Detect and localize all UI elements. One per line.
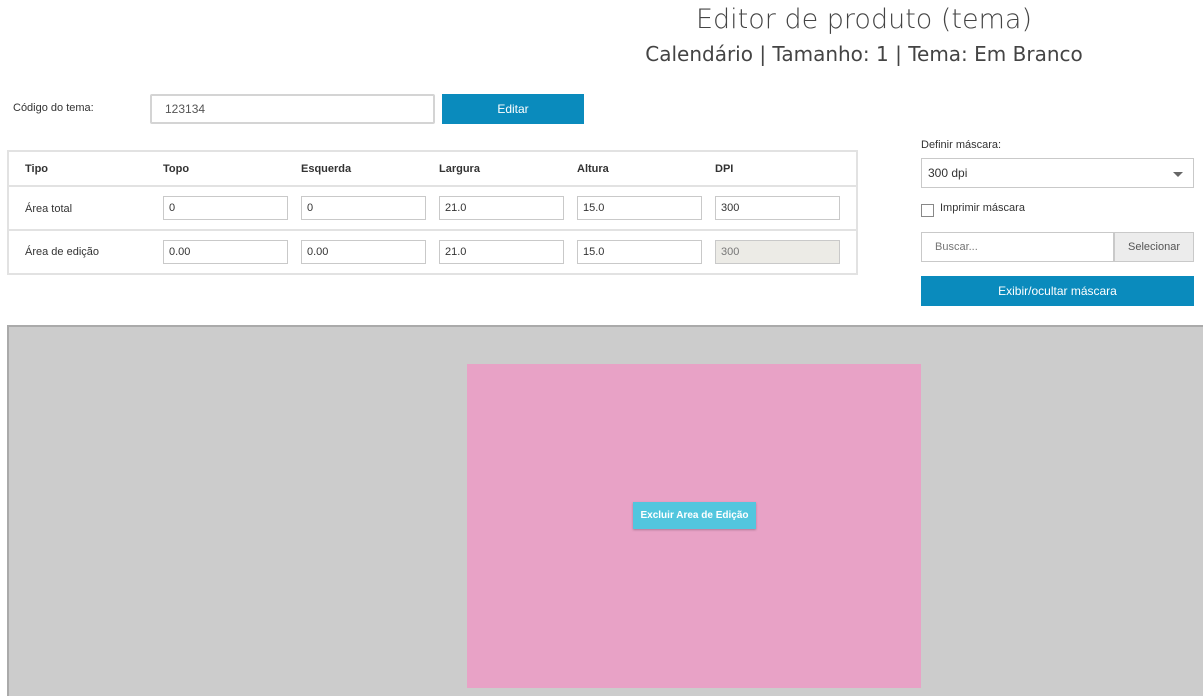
toggle-mask-button[interactable]: Exibir/ocultar máscara	[921, 276, 1194, 306]
column-header-dpi: DPI	[715, 163, 734, 175]
total-area-width-input[interactable]	[439, 196, 564, 220]
edit-area-dpi-input	[715, 240, 840, 264]
row-label-edit-area: Área de edição	[25, 246, 99, 258]
column-header-largura: Largura	[439, 163, 480, 175]
total-area-dpi-input[interactable]	[715, 196, 840, 220]
edit-button[interactable]: Editar	[442, 94, 584, 124]
column-header-altura: Altura	[577, 163, 609, 175]
mask-select-value: 300 dpi	[928, 166, 968, 180]
print-mask-checkbox[interactable]	[921, 204, 934, 217]
table-header-row: Tipo Topo Esquerda Largura Altura DPI	[9, 152, 856, 187]
page-subtitle: Calendário | Tamanho: 1 | Tema: Em Branc…	[645, 42, 1083, 66]
table-row-total-area: Área total	[9, 187, 856, 231]
print-mask-label: Imprimir máscara	[940, 202, 1025, 214]
theme-code-label: Código do tema:	[13, 102, 94, 114]
column-header-tipo: Tipo	[25, 163, 49, 175]
mask-select[interactable]: 300 dpi	[921, 158, 1194, 188]
column-header-esquerda: Esquerda	[301, 163, 352, 175]
editor-canvas[interactable]: Excluir Area de Edição	[7, 325, 1203, 696]
select-button[interactable]: Selecionar	[1114, 232, 1194, 262]
column-header-topo: Topo	[163, 163, 190, 175]
edit-area[interactable]: Excluir Area de Edição	[467, 364, 921, 688]
edit-area-width-input[interactable]	[439, 240, 564, 264]
row-label-total-area: Área total	[25, 203, 73, 215]
edit-area-left-input[interactable]	[301, 240, 426, 264]
table-row-edit-area: Área de edição	[9, 231, 856, 273]
total-area-left-input[interactable]	[301, 196, 426, 220]
edit-area-height-input[interactable]	[577, 240, 702, 264]
search-input[interactable]	[921, 232, 1114, 262]
mask-label: Definir máscara:	[921, 139, 1002, 151]
theme-code-input[interactable]	[150, 94, 435, 124]
dimensions-table: Tipo Topo Esquerda Largura Altura DPI Ár…	[7, 150, 858, 275]
edit-area-top-input[interactable]	[163, 240, 288, 264]
total-area-top-input[interactable]	[163, 196, 288, 220]
page-title: Editor de produto (tema)	[695, 4, 1033, 35]
chevron-down-icon	[1173, 172, 1183, 177]
total-area-height-input[interactable]	[577, 196, 702, 220]
delete-edit-area-button[interactable]: Excluir Area de Edição	[633, 502, 756, 529]
